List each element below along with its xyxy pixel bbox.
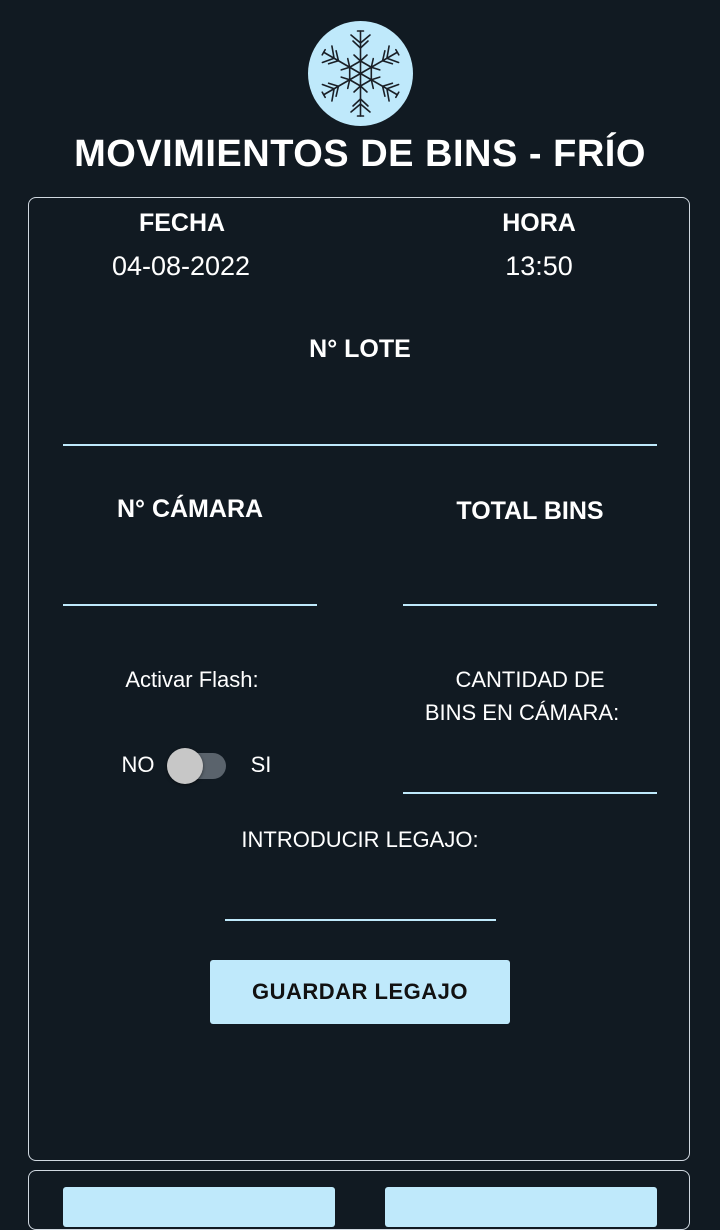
hora-label: HORA <box>502 209 576 237</box>
total-bins-label: TOTAL BINS <box>456 497 604 525</box>
total-bins-input[interactable] <box>403 556 661 604</box>
fecha-value: 04-08-2022 <box>111 251 251 281</box>
lote-input[interactable] <box>63 396 661 444</box>
lote-underline <box>63 444 657 446</box>
fecha-label: FECHA <box>138 209 226 237</box>
legajo-underline <box>225 919 496 921</box>
cantidad-underline <box>403 792 657 794</box>
snowflake-icon <box>318 30 403 117</box>
total-bins-underline <box>403 604 657 606</box>
flash-label: Activar Flash: <box>125 667 259 692</box>
flash-toggle-thumb[interactable] <box>167 748 203 784</box>
page-title: MOVIMIENTOS DE BINS - FRÍO <box>74 133 646 175</box>
guardar-legajo-button[interactable]: GUARDAR LEGAJO <box>210 960 510 1024</box>
camara-underline <box>63 604 317 606</box>
cantidad-label-line2: BINS EN CÁMARA: <box>424 700 620 725</box>
legajo-label: INTRODUCIR LEGAJO: <box>241 827 479 852</box>
flash-off-label: NO <box>121 752 155 777</box>
cantidad-label-line1: CANTIDAD DE <box>455 667 605 692</box>
camara-label: N° CÁMARA <box>116 495 264 523</box>
flash-on-label: SI <box>250 752 272 777</box>
legajo-input[interactable] <box>225 871 500 919</box>
cantidad-input[interactable] <box>403 744 661 792</box>
camara-input[interactable] <box>63 556 321 604</box>
lote-label: N° LOTE <box>309 335 411 363</box>
hora-value: 13:50 <box>505 251 573 281</box>
bottom-right-button[interactable] <box>385 1187 657 1227</box>
snowflake-logo <box>308 21 413 126</box>
bottom-left-button[interactable] <box>63 1187 335 1227</box>
